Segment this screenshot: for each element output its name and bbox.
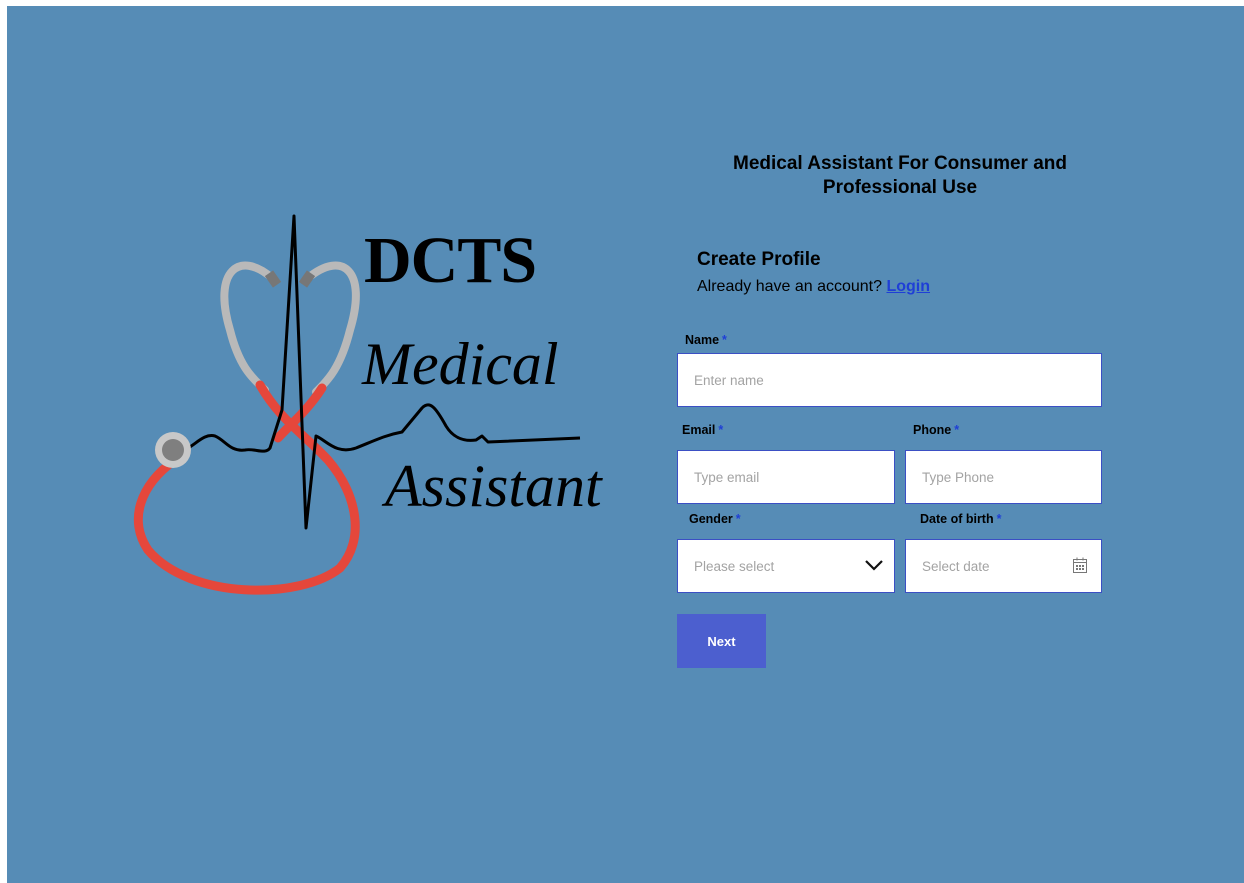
name-label-text: Name [685, 333, 720, 347]
gender-select-value: Please select [694, 558, 775, 574]
required-marker: * [722, 333, 727, 347]
gender-label: Gender * [689, 512, 741, 526]
dob-label-text: Date of birth [920, 512, 994, 526]
form-title: Create Profile [697, 249, 821, 270]
gender-select[interactable]: Please select [677, 539, 895, 593]
required-marker: * [954, 423, 960, 437]
chevron-down-icon[interactable] [864, 558, 884, 572]
logo-assistant-text: Assistant [385, 453, 602, 519]
required-marker: * [996, 512, 1002, 526]
email-label: Email * [682, 423, 723, 437]
dob-picker[interactable]: Select date [905, 539, 1102, 593]
required-marker: * [735, 512, 741, 526]
login-prompt-text: Already have an account? [697, 278, 883, 295]
phone-label-text: Phone [913, 423, 952, 437]
login-link[interactable]: Login [886, 278, 930, 295]
logo-medical-text: Medical [362, 331, 559, 397]
phone-label: Phone * [913, 423, 959, 437]
email-field-container[interactable] [677, 450, 895, 504]
next-button[interactable]: Next [677, 614, 766, 668]
login-prompt-line: Already have an account? Login [697, 278, 930, 296]
name-label: Name * [685, 333, 727, 347]
gender-label-text: Gender [689, 512, 733, 526]
dob-picker-value: Select date [922, 558, 990, 574]
required-marker: * [718, 423, 724, 437]
dob-label: Date of birth * [920, 512, 1001, 526]
calendar-icon[interactable] [1073, 557, 1087, 573]
dcts-logo: DCTS Medical Assistant [130, 210, 640, 600]
name-field-container[interactable] [677, 353, 1102, 407]
phone-input[interactable] [922, 469, 1085, 485]
logo-brand-text: DCTS [364, 224, 537, 297]
phone-field-container[interactable] [905, 450, 1102, 504]
name-input[interactable] [694, 372, 1085, 388]
email-input[interactable] [694, 469, 878, 485]
page-heading: Medical Assistant For Consumer and Profe… [733, 153, 1067, 198]
email-label-text: Email [682, 423, 716, 437]
